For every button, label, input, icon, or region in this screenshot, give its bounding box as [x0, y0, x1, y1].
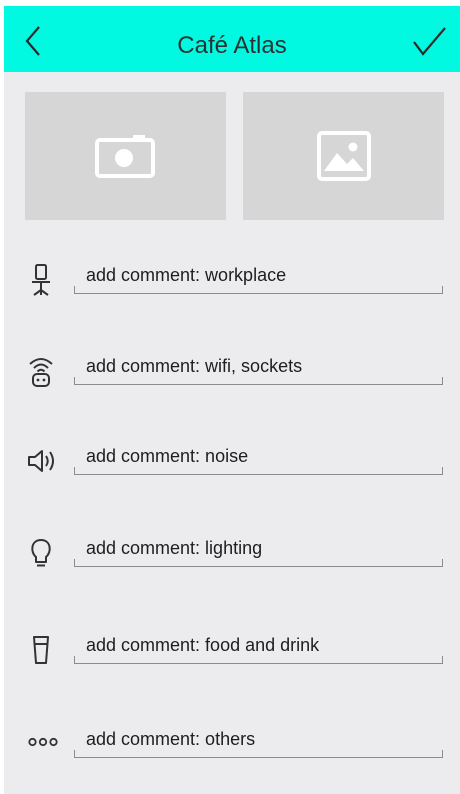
image-icon	[317, 131, 371, 181]
comment-field-wifi[interactable]: add comment: wifi, sockets	[74, 353, 443, 385]
comment-field-workplace[interactable]: add comment: workplace	[74, 262, 443, 294]
comment-row-workplace: add comment: workplace	[4, 260, 460, 300]
app-bar: Café Atlas	[4, 6, 460, 72]
comment-label: add comment: workplace	[86, 265, 287, 285]
comment-label: add comment: others	[86, 729, 256, 749]
field-underline	[74, 559, 443, 567]
comment-field-lighting[interactable]: add comment: lighting	[74, 535, 443, 567]
comment-label: add comment: wifi, sockets	[86, 356, 303, 376]
field-underline	[74, 656, 443, 664]
screen: Café Atlas add comment: workplace add co…	[4, 6, 460, 794]
take-photo-button[interactable]	[25, 92, 226, 220]
field-underline	[74, 286, 443, 294]
page-title: Café Atlas	[177, 32, 287, 59]
comment-row-others: add comment: others	[4, 724, 460, 764]
office-chair-icon	[32, 264, 50, 296]
confirm-button[interactable]	[410, 24, 448, 58]
more-dots-icon	[28, 737, 58, 747]
comment-field-others[interactable]: add comment: others	[74, 726, 443, 758]
comment-field-noise[interactable]: add comment: noise	[74, 443, 443, 475]
camera-icon	[95, 135, 155, 178]
comment-label: add comment: noise	[86, 446, 249, 466]
wifi-socket-icon	[29, 358, 53, 387]
cup-icon	[33, 636, 49, 664]
choose-image-button[interactable]	[243, 92, 444, 220]
field-underline	[74, 467, 443, 475]
comment-row-food-drink: add comment: food and drink	[4, 630, 460, 670]
lightbulb-icon	[31, 539, 51, 567]
comment-row-noise: add comment: noise	[4, 441, 460, 481]
comment-label: add comment: lighting	[86, 538, 263, 558]
comment-row-wifi: add comment: wifi, sockets	[4, 351, 460, 391]
comment-row-lighting: add comment: lighting	[4, 533, 460, 573]
checkmark-icon	[413, 27, 446, 56]
field-underline	[74, 377, 443, 385]
speaker-icon	[28, 450, 54, 472]
comment-field-food-drink[interactable]: add comment: food and drink	[74, 632, 443, 664]
comment-label: add comment: food and drink	[86, 635, 320, 655]
field-underline	[74, 750, 443, 758]
